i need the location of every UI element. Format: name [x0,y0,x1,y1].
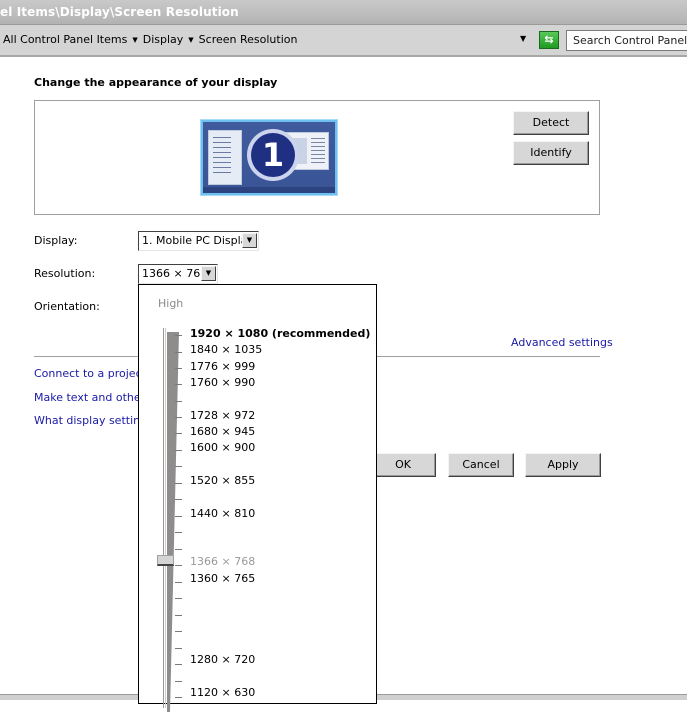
breadcrumb-item-display[interactable]: Display [143,33,184,46]
slider-tick [175,384,182,385]
page-heading: Change the appearance of your display [34,76,278,89]
slider-tick [175,466,182,467]
resolution-option[interactable]: 1680 × 945 [190,425,255,438]
apply-button[interactable]: Apply [525,453,601,477]
slider-tick [175,335,182,336]
search-input[interactable]: Search Control Panel [566,30,687,51]
slider-track-rail [163,328,166,708]
chevron-down-icon[interactable]: ▼ [242,233,257,248]
resolution-option[interactable]: 1840 × 1035 [190,343,262,356]
cancel-button[interactable]: Cancel [448,453,514,477]
resolution-label: Resolution: [34,267,96,280]
resolution-option[interactable]: 1776 × 999 [190,360,255,373]
resolution-option[interactable]: 1120 × 630 [190,686,255,699]
slider-tick [175,565,182,566]
resolution-option[interactable]: 1360 × 765 [190,572,255,585]
slider-thumb[interactable] [157,555,174,566]
connect-projector-link[interactable]: Connect to a projector [34,367,144,380]
slider-tick [175,532,182,533]
slider-tick [175,368,182,369]
identify-button[interactable]: Identify [513,141,589,165]
refresh-button[interactable]: ⇆ [539,31,559,49]
breadcrumb-item-screen-resolution[interactable]: Screen Resolution [199,33,298,46]
high-label: High [158,297,184,310]
orientation-label: Orientation: [34,300,100,313]
window-thumbnail-icon [208,130,242,185]
resolution-option[interactable]: 1760 × 990 [190,376,255,389]
slider-tick [175,582,182,583]
resolution-option[interactable]: 1728 × 972 [190,409,255,422]
slider-tick [175,433,182,434]
breadcrumb: All Control Panel Items ▼ Display ▼ Screen R… [3,33,297,46]
display-select[interactable]: 1. Mobile PC Display ▼ [138,231,259,251]
monitor-number-badge: 1 [247,129,299,181]
resolution-select[interactable]: 1366 × 768 ▼ [138,264,218,284]
chevron-down-icon[interactable]: ▼ [132,36,137,44]
resolution-option[interactable]: 1920 × 1080 (recommended) [190,327,370,340]
slider-tick [175,352,182,353]
window-title: el Items\Display\Screen Resolution [0,5,239,19]
slider-tick [175,648,182,649]
slider-tick [175,598,182,599]
slider-track-wedge[interactable] [167,332,181,712]
text-size-link[interactable]: Make text and other items larger or smal… [34,391,144,404]
slider-tick [175,549,182,550]
monitor-1-icon[interactable]: 1 [201,120,337,195]
slider-tick [175,664,182,665]
ok-button[interactable]: OK [370,453,436,477]
breadcrumb-item-all-control-panel-items[interactable]: All Control Panel Items [3,33,127,46]
display-select-value: 1. Mobile PC Display [142,234,254,247]
display-settings-help-link[interactable]: What display settings should I choose? [34,414,144,427]
slider-tick [175,450,182,451]
slider-tick [175,499,182,500]
chevron-down-icon[interactable]: ▼ [201,266,216,281]
slider-tick [175,697,182,698]
slider-tick [175,417,182,418]
resolution-option[interactable]: 1520 × 855 [190,474,255,487]
address-bar: All Control Panel Items ▼ Display ▼ Screen R… [0,25,687,57]
slider-tick [175,615,182,616]
slider-tick [175,681,182,682]
title-bar: el Items\Display\Screen Resolution [0,0,687,25]
chevron-down-icon[interactable]: ▼ [188,36,193,44]
slider-tick [175,516,182,517]
resolution-option[interactable]: 1280 × 720 [190,653,255,666]
resolution-option[interactable]: 1440 × 810 [190,507,255,520]
display-label: Display: [34,234,78,247]
advanced-settings-link[interactable]: Advanced settings [511,336,613,349]
recent-locations-dropdown-icon[interactable]: ▼ [520,34,526,43]
resolution-dropdown-popup: High 1920 × 1080 (recommended) 1840 × 103… [138,284,377,712]
slider-tick [175,401,182,402]
taskbar-thumbnail [203,187,335,193]
resolution-option-current[interactable]: 1366 × 768 [190,555,255,568]
slider-tick [175,483,182,484]
slider-tick [175,631,182,632]
resolution-option[interactable]: 1600 × 900 [190,441,255,454]
refresh-arrows-icon: ⇆ [544,33,554,46]
detect-button[interactable]: Detect [513,111,589,135]
resolution-select-value: 1366 × 768 [142,267,208,280]
